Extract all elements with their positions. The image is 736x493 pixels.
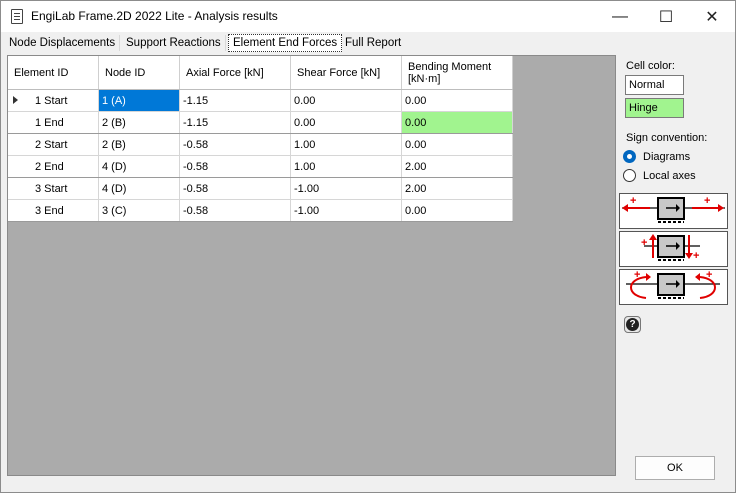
bending-moment-cell-hinge[interactable]: 0.00 xyxy=(401,111,513,134)
help-icon: ? xyxy=(626,318,639,331)
table-row[interactable]: 3 Start 4 (D) -0.58 -1.00 2.00 xyxy=(8,177,513,200)
element-id-cell[interactable]: 1 End xyxy=(8,111,99,134)
plus-sign-right: + xyxy=(704,195,710,207)
current-row-arrow-icon xyxy=(13,96,18,104)
title-bar: EngiLab Frame.2D 2022 Lite - Analysis re… xyxy=(1,1,735,32)
axial-force-cell[interactable]: -0.58 xyxy=(179,155,291,178)
element-id-cell[interactable]: 3 Start xyxy=(8,177,99,200)
shear-force-cell[interactable]: 1.00 xyxy=(290,133,402,156)
bending-moment-cell[interactable]: 0.00 xyxy=(401,199,513,222)
table-row[interactable]: 1 End 2 (B) -1.15 0.00 0.00 xyxy=(8,111,513,134)
axial-force-sign-icon: + + xyxy=(622,195,725,223)
shear-force-sign-icon: + + xyxy=(641,234,700,262)
bending-moment-cell[interactable]: 0.00 xyxy=(401,89,513,112)
axial-force-cell[interactable]: -0.58 xyxy=(179,199,291,222)
element-id-cell[interactable]: 2 Start xyxy=(8,133,99,156)
window-title: EngiLab Frame.2D 2022 Lite - Analysis re… xyxy=(31,9,278,23)
cell-color-label: Cell color: xyxy=(626,60,675,72)
column-header-shear-force[interactable]: Shear Force [kN] xyxy=(290,56,402,90)
table-row[interactable]: 2 Start 2 (B) -0.58 1.00 0.00 xyxy=(8,133,513,156)
axial-force-cell[interactable]: -1.15 xyxy=(179,89,291,112)
node-id-cell[interactable]: 2 (B) xyxy=(98,133,180,156)
axial-force-cell[interactable]: -0.58 xyxy=(179,177,291,200)
element-id-cell[interactable]: 2 End xyxy=(8,155,99,178)
sign-convention-label: Sign convention: xyxy=(626,132,708,144)
radio-unselected-icon xyxy=(623,169,636,182)
plus-sign-left: + xyxy=(641,237,647,249)
shear-force-cell[interactable]: -1.00 xyxy=(290,177,402,200)
diagrams-radio-label: Diagrams xyxy=(643,150,691,163)
bending-moment-cell[interactable]: 2.00 xyxy=(401,155,513,178)
close-button[interactable]: ✕ xyxy=(689,1,735,32)
maximize-button[interactable]: ☐ xyxy=(643,1,689,32)
tab-node-displacements[interactable]: Node Displacements xyxy=(5,35,121,51)
axial-force-cell[interactable]: -1.15 xyxy=(179,111,291,134)
help-button[interactable]: ? xyxy=(624,316,641,333)
node-id-cell[interactable]: 4 (D) xyxy=(98,155,180,178)
tab-element-end-forces[interactable]: Element End Forces xyxy=(228,34,343,52)
column-header-element-id[interactable]: Element ID xyxy=(8,56,99,90)
column-header-node-id[interactable]: Node ID xyxy=(98,56,180,90)
local-axes-radio[interactable]: Local axes xyxy=(623,166,696,185)
hinge-cell-swatch: Hinge xyxy=(625,98,684,118)
element-id-cell[interactable]: 1 Start xyxy=(8,89,99,112)
column-header-axial-force[interactable]: Axial Force [kN] xyxy=(179,56,291,90)
bending-moment-sign-diagram: + + xyxy=(619,269,728,305)
shear-force-sign-diagram: + + xyxy=(619,231,728,267)
element-id-cell[interactable]: 3 End xyxy=(8,199,99,222)
plus-sign-right: + xyxy=(706,270,712,281)
node-id-cell[interactable]: 2 (B) xyxy=(98,111,180,134)
diagrams-radio[interactable]: Diagrams xyxy=(623,147,690,166)
axial-force-sign-diagram: + + xyxy=(619,193,728,229)
analysis-results-window: EngiLab Frame.2D 2022 Lite - Analysis re… xyxy=(0,0,736,493)
table-row[interactable]: 2 End 4 (D) -0.58 1.00 2.00 xyxy=(8,155,513,178)
radio-selected-icon xyxy=(623,150,636,163)
table-row[interactable]: 3 End 3 (C) -0.58 -1.00 0.00 xyxy=(8,199,513,222)
shear-force-cell[interactable]: 0.00 xyxy=(290,111,402,134)
shear-force-cell[interactable]: -1.00 xyxy=(290,199,402,222)
app-document-icon xyxy=(11,9,23,24)
results-grid-area: Element ID Node ID Axial Force [kN] Shea… xyxy=(7,55,616,476)
ok-button[interactable]: OK xyxy=(635,456,715,480)
node-id-cell[interactable]: 1 (A) xyxy=(98,89,180,112)
tab-full-report[interactable]: Full Report xyxy=(341,35,405,51)
element-end-forces-table: Element ID Node ID Axial Force [kN] Shea… xyxy=(8,56,513,222)
local-axes-radio-label: Local axes xyxy=(643,169,696,182)
axial-force-cell[interactable]: -0.58 xyxy=(179,133,291,156)
bending-moment-sign-icon: + + xyxy=(626,269,720,299)
shear-force-cell[interactable]: 0.00 xyxy=(290,89,402,112)
table-row[interactable]: 1 Start 1 (A) -1.15 0.00 0.00 xyxy=(8,89,513,112)
node-id-cell[interactable]: 4 (D) xyxy=(98,177,180,200)
normal-cell-swatch: Normal xyxy=(625,75,684,95)
minimize-button[interactable]: — xyxy=(597,1,643,32)
shear-force-cell[interactable]: 1.00 xyxy=(290,155,402,178)
node-id-cell[interactable]: 3 (C) xyxy=(98,199,180,222)
column-header-bending-moment[interactable]: Bending Moment [kN·m] xyxy=(401,56,513,90)
bending-moment-cell[interactable]: 0.00 xyxy=(401,133,513,156)
plus-sign-left: + xyxy=(634,270,640,281)
bending-moment-unit: [kN·m] xyxy=(408,72,441,85)
tab-support-reactions[interactable]: Support Reactions xyxy=(122,35,226,51)
bending-moment-cell[interactable]: 2.00 xyxy=(401,177,513,200)
plus-sign-right: + xyxy=(693,250,699,262)
bending-moment-label: Bending Moment xyxy=(408,60,492,73)
plus-sign-left: + xyxy=(630,195,636,207)
